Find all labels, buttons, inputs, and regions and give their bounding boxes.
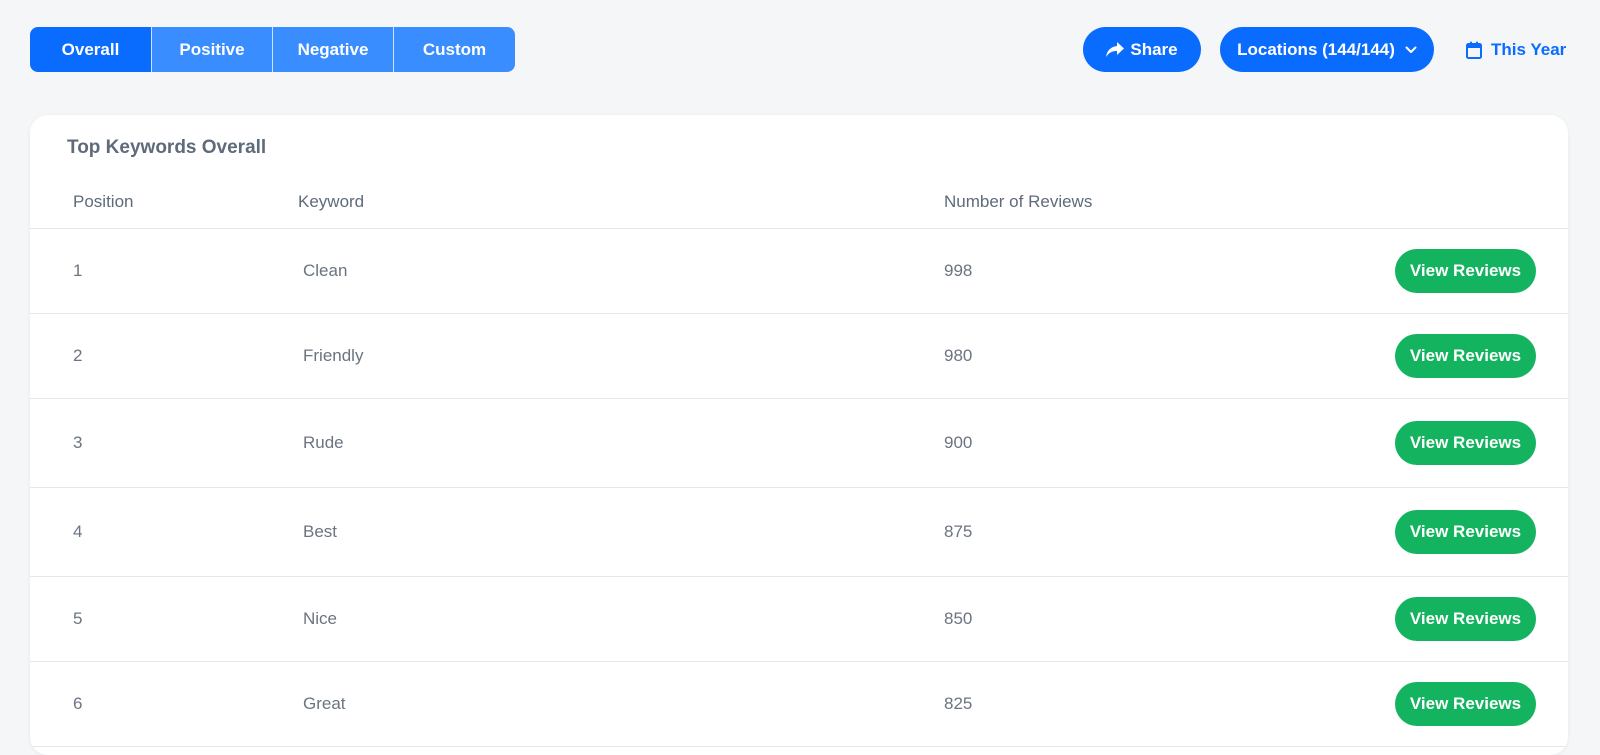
share-button[interactable]: Share bbox=[1083, 27, 1201, 72]
row-keyword: Clean bbox=[303, 261, 348, 280]
view-reviews-button[interactable]: View Reviews bbox=[1395, 510, 1536, 554]
row-review-count: 850 bbox=[944, 609, 973, 628]
table-row: 4 Best 875 View Reviews bbox=[30, 488, 1568, 577]
card-title: Top Keywords Overall bbox=[67, 137, 267, 158]
row-keyword: Best bbox=[303, 522, 338, 541]
row-position: 2 bbox=[73, 346, 83, 365]
row-position: 6 bbox=[73, 694, 83, 713]
table-row: 1 Clean 998 View Reviews bbox=[30, 229, 1568, 314]
share-arrow-icon bbox=[1106, 42, 1125, 57]
locations-dropdown[interactable]: Locations (144/144) bbox=[1220, 27, 1434, 72]
top-keywords-card: Top Keywords Overall Position Keyword Nu… bbox=[30, 115, 1568, 755]
view-reviews-button[interactable]: View Reviews bbox=[1395, 334, 1536, 378]
tab-negative[interactable]: Negative bbox=[272, 27, 393, 72]
row-review-count: 998 bbox=[944, 261, 973, 280]
filter-tabs: Overall Positive Negative Custom bbox=[30, 27, 515, 72]
row-position: 1 bbox=[73, 261, 83, 280]
column-header-keyword: Keyword bbox=[298, 192, 365, 211]
table-row: 3 Rude 900 View Reviews bbox=[30, 399, 1568, 488]
row-keyword: Nice bbox=[303, 609, 338, 628]
locations-label: Locations (144/144) bbox=[1237, 39, 1395, 59]
view-reviews-button[interactable]: View Reviews bbox=[1395, 421, 1536, 465]
column-header-position: Position bbox=[73, 192, 134, 211]
row-position: 3 bbox=[73, 433, 83, 452]
tab-positive[interactable]: Positive bbox=[151, 27, 272, 72]
calendar-icon bbox=[1466, 41, 1482, 59]
date-label: This Year bbox=[1491, 40, 1567, 59]
row-keyword: Friendly bbox=[303, 346, 364, 365]
row-review-count: 825 bbox=[944, 694, 973, 713]
share-label: Share bbox=[1130, 39, 1178, 59]
row-review-count: 900 bbox=[944, 433, 973, 452]
view-reviews-button[interactable]: View Reviews bbox=[1395, 249, 1536, 293]
table-row: 5 Nice 850 View Reviews bbox=[30, 577, 1568, 662]
row-keyword: Great bbox=[303, 694, 346, 713]
tab-custom[interactable]: Custom bbox=[393, 27, 515, 72]
column-header-reviews: Number of Reviews bbox=[944, 192, 1093, 211]
chevron-down-icon bbox=[1405, 46, 1417, 54]
table-row: 6 Great 825 View Reviews bbox=[30, 662, 1568, 747]
row-position: 4 bbox=[73, 522, 83, 541]
table-row: 2 Friendly 980 View Reviews bbox=[30, 314, 1568, 399]
row-keyword: Rude bbox=[303, 433, 344, 452]
view-reviews-button[interactable]: View Reviews bbox=[1395, 682, 1536, 726]
date-range-picker[interactable]: This Year bbox=[1466, 35, 1566, 65]
view-reviews-button[interactable]: View Reviews bbox=[1395, 597, 1536, 641]
row-position: 5 bbox=[73, 609, 83, 628]
row-review-count: 980 bbox=[944, 346, 973, 365]
row-review-count: 875 bbox=[944, 522, 973, 541]
tab-overall[interactable]: Overall bbox=[30, 27, 151, 72]
